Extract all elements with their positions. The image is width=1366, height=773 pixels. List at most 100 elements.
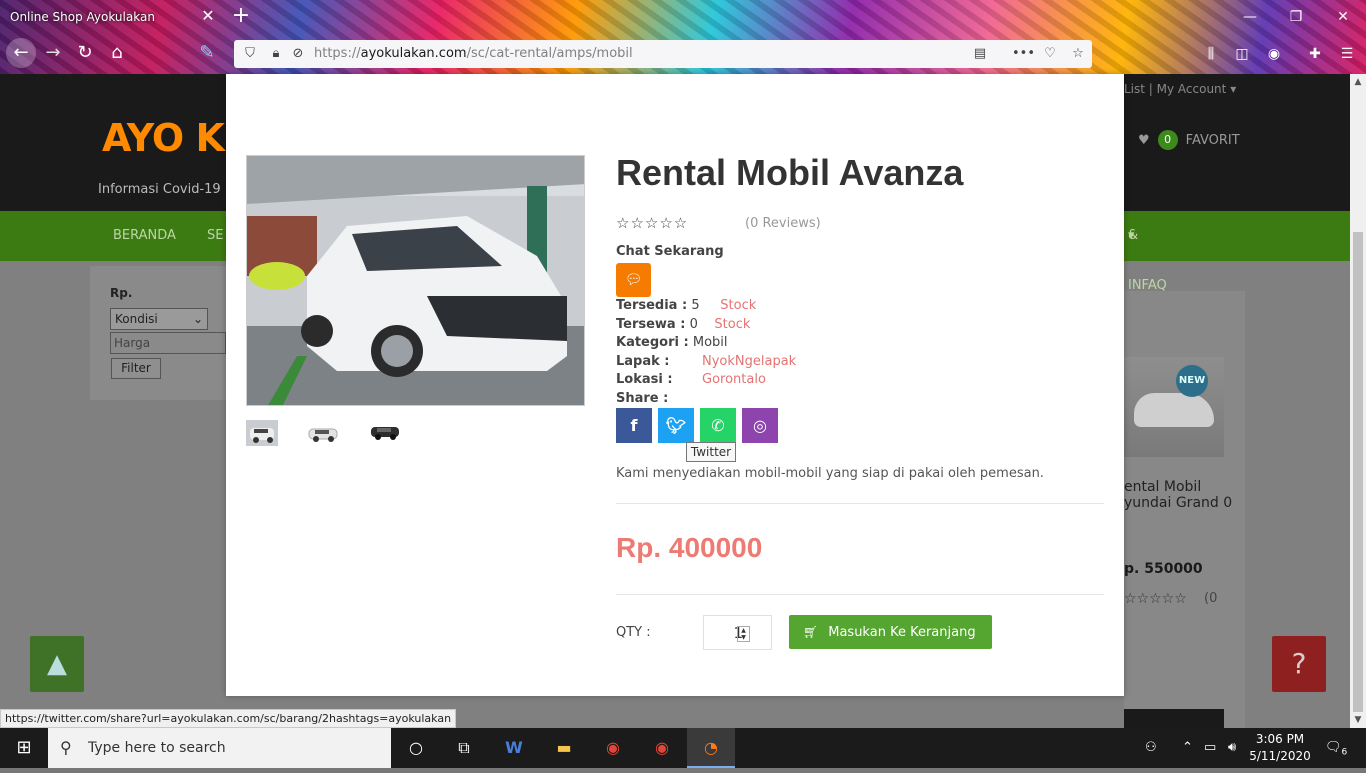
clock-date: 5/11/2020 xyxy=(1249,749,1311,763)
notification-count: 6 xyxy=(1341,747,1348,758)
address-bar[interactable]: ⛉ 🔒︎ ⊘ https://ayokulakan.com/sc/cat-ren… xyxy=(234,40,1092,68)
whatsapp-icon: ✆ xyxy=(711,416,725,435)
chat-bubble-icon: 💬︎ xyxy=(624,272,643,288)
lapak-row: Lapak : NyokNgelapak xyxy=(616,354,796,369)
windows-start-icon[interactable]: ⊞ xyxy=(0,728,48,768)
reader-view-icon[interactable]: ▤ xyxy=(970,44,990,64)
notification-icon[interactable]: 🗨︎6 xyxy=(1325,728,1347,768)
menu-icon[interactable]: ☰ xyxy=(1336,43,1358,65)
back-icon[interactable]: ← xyxy=(6,38,36,68)
people-icon[interactable]: ⚇ xyxy=(1145,728,1157,768)
minimize-icon[interactable]: — xyxy=(1239,6,1261,28)
new-tab-icon[interactable]: + xyxy=(230,5,252,27)
whatsapp-share-button[interactable]: ✆ xyxy=(700,408,736,443)
thumbnail-2[interactable] xyxy=(307,420,339,446)
nav-item-partial[interactable]: SE xyxy=(207,211,223,261)
qty-spin-icon[interactable]: ▲ ▼ xyxy=(737,626,750,642)
lokasi-link[interactable]: Gorontalo xyxy=(702,372,766,387)
top-links[interactable]: List | My Account ▾ xyxy=(1124,82,1236,96)
scroll-up-icon[interactable]: ▲ xyxy=(1350,74,1366,90)
reload-icon[interactable]: ↻ xyxy=(74,42,96,64)
add-to-cart-button[interactable]: 🛒︎ Masukan Ke Keranjang xyxy=(789,615,992,649)
tab-title: Online Shop Ayokulakan xyxy=(10,10,155,24)
bookmark-star-icon[interactable]: ☆ xyxy=(1068,44,1088,64)
tab-close-icon[interactable]: ✕ xyxy=(198,6,218,26)
scroll-down-icon[interactable]: ▼ xyxy=(1350,712,1366,728)
instagram-share-button[interactable]: ◎ xyxy=(742,408,778,443)
chrome-icon-2[interactable]: ◉ xyxy=(638,728,686,768)
kondisi-select[interactable]: Kondisi ⌄ xyxy=(110,308,208,330)
cart-icon: 🛒︎ xyxy=(803,625,819,639)
forward-icon[interactable]: → xyxy=(42,42,64,64)
lokasi-label: Lokasi : xyxy=(616,372,673,387)
cortana-icon[interactable]: ○ xyxy=(392,728,440,768)
maximize-icon[interactable]: ❐ xyxy=(1285,6,1307,28)
firefox-icon[interactable]: ◔ xyxy=(687,728,735,768)
url-scheme: https:// xyxy=(314,46,361,61)
currency-label: Rp. xyxy=(110,286,133,300)
volume-icon[interactable]: 🔊︎ xyxy=(1228,728,1236,768)
covid-info[interactable]: Informasi Covid-19 D xyxy=(98,182,235,197)
product-main-image[interactable] xyxy=(246,155,585,406)
harga-input[interactable]: Harga xyxy=(110,332,226,354)
top-links-text[interactable]: List | My Account xyxy=(1124,82,1226,96)
twitter-share-button[interactable]: 🐦︎ xyxy=(658,408,694,443)
divider xyxy=(616,503,1104,504)
addons-icon[interactable]: ✚ xyxy=(1304,43,1326,65)
tersedia-label: Tersedia : xyxy=(616,298,688,313)
nav-item-beranda[interactable]: BERANDA xyxy=(113,211,176,261)
task-view-icon[interactable]: ⧉ xyxy=(440,728,488,768)
instagram-icon: ◎ xyxy=(753,416,767,435)
scroll-top-button[interactable]: ▲ xyxy=(30,636,84,692)
lapak-link[interactable]: NyokNgelapak xyxy=(702,354,796,369)
rating-stars[interactable]: ☆☆☆☆☆ xyxy=(616,214,688,232)
side-product-stars: ☆☆☆☆☆ xyxy=(1124,591,1187,607)
product-quickview-modal: Rental Mobil Avanza ☆☆☆☆☆ (0 Reviews) Ch… xyxy=(226,74,1124,696)
scrollbar-thumb[interactable] xyxy=(1353,232,1363,712)
pocket-icon[interactable]: ♡ xyxy=(1040,44,1060,64)
library-icon[interactable]: ⫼ xyxy=(1200,43,1222,65)
extension-icon[interactable]: ✎ xyxy=(196,42,218,64)
tracking-icon[interactable]: ⊘ xyxy=(288,44,308,64)
taskbar-search[interactable]: ⚲ Type here to search xyxy=(48,728,391,768)
file-explorer-icon[interactable]: ▬ xyxy=(540,728,588,768)
network-icon[interactable]: ▭ xyxy=(1204,728,1216,768)
filter-sidebar: Rp. Kondisi ⌄ Harga Filter xyxy=(90,266,226,400)
thumbnail-1[interactable] xyxy=(246,420,278,446)
browser-tab[interactable]: Online Shop Ayokulakan xyxy=(0,0,225,34)
review-count[interactable]: (0 Reviews) xyxy=(745,216,821,231)
car-photo xyxy=(247,156,584,405)
quantity-stepper[interactable]: 1 ▲ ▼ xyxy=(703,615,772,650)
help-button[interactable]: ? xyxy=(1272,636,1326,692)
side-product-card[interactable]: NEW ental Mobil yundai Grand 0 p. 550000… xyxy=(1124,291,1245,728)
shield-icon[interactable]: ⛉ xyxy=(240,44,260,64)
qty-label: QTY : xyxy=(616,625,651,640)
close-window-icon[interactable]: ✕ xyxy=(1332,6,1354,28)
chrome-icon[interactable]: ◉ xyxy=(589,728,637,768)
account-icon[interactable]: ◉ xyxy=(1263,43,1285,65)
chat-button[interactable]: 💬︎ xyxy=(616,263,651,297)
heart-icon: ♥ xyxy=(1138,132,1150,148)
page-actions-icon[interactable]: ••• xyxy=(1012,44,1035,64)
sidebar-icon[interactable]: ◫ xyxy=(1231,43,1253,65)
lock-icon[interactable]: 🔒︎ xyxy=(266,44,286,64)
favorit-link[interactable]: ♥ 0 FAVORIT xyxy=(1138,130,1240,150)
word-icon[interactable]: W xyxy=(490,728,538,768)
thumbnail-3[interactable] xyxy=(369,420,401,446)
tersedia-row: Tersedia : 5 Stock xyxy=(616,298,756,313)
home-icon[interactable]: ⌂ xyxy=(106,42,128,64)
tersewa-label: Tersewa : xyxy=(616,317,686,332)
filter-button[interactable]: Filter xyxy=(111,358,161,379)
tray-chevron-icon[interactable]: ⌃ xyxy=(1182,728,1193,768)
facebook-share-button[interactable]: f xyxy=(616,408,652,443)
nav-item-infaq[interactable]: & INFAQ ▾ xyxy=(1128,211,1167,293)
divider xyxy=(616,594,1104,595)
url-text[interactable]: https://ayokulakan.com/sc/cat-rental/amp… xyxy=(314,40,633,68)
tersedia-unit: Stock xyxy=(720,298,757,313)
side-product-title[interactable]: ental Mobil yundai Grand 0 xyxy=(1124,479,1245,511)
page-scrollbar[interactable]: ▲ ▼ xyxy=(1350,74,1366,728)
kategori-label: Kategori : xyxy=(616,335,689,350)
new-badge: NEW xyxy=(1176,365,1208,397)
system-clock[interactable]: 3:06 PM 5/11/2020 xyxy=(1245,731,1315,765)
side-product-image[interactable]: NEW xyxy=(1124,357,1224,457)
